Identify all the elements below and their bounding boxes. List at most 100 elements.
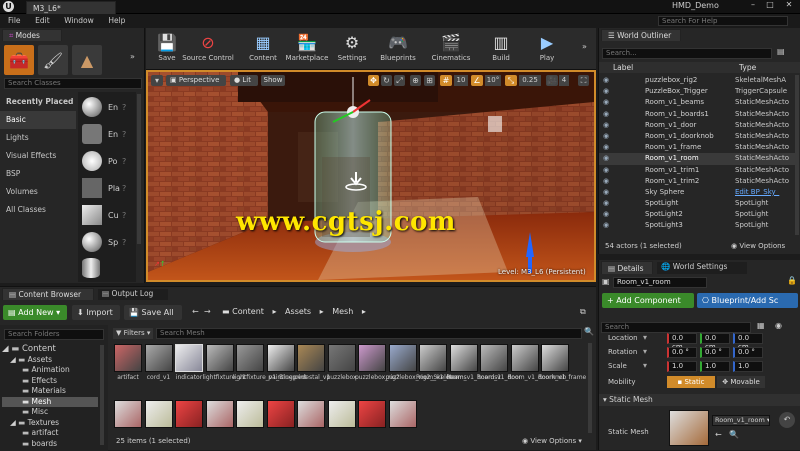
cinematics-button[interactable]: 🎬 Cinematics — [428, 30, 474, 68]
folder-artifact[interactable]: ▬ artifact — [2, 428, 98, 439]
asset-thumbnail[interactable] — [388, 344, 417, 372]
location-y-field[interactable]: 0.0 cm — [700, 333, 730, 351]
cylinder-icon[interactable] — [82, 258, 100, 278]
landscape-mode-icon[interactable]: ▲ — [72, 45, 102, 75]
category-recently-placed[interactable]: Recently Placed — [0, 93, 76, 111]
folder-effects[interactable]: ▬ Effects — [2, 376, 98, 387]
breadcrumb-separator[interactable]: ▸ — [362, 307, 366, 316]
rotate-icon[interactable]: ↻ — [381, 75, 392, 86]
location-dropdown-icon[interactable]: ▾ — [643, 333, 647, 342]
asset-thumbnail[interactable] — [205, 400, 234, 428]
settings-button[interactable]: ⚙ Settings — [332, 30, 372, 68]
asset-thumbnail[interactable] — [144, 400, 173, 428]
menu-window[interactable]: Window — [64, 16, 94, 25]
scale-dropdown-icon[interactable]: ▾ — [643, 361, 647, 370]
lit-button[interactable]: ● Lit — [230, 75, 258, 86]
outliner-row[interactable]: ◉ Sky Sphere Edit BP_Sky_ — [599, 187, 795, 198]
asset-thumbnail[interactable] — [510, 344, 539, 372]
details-eye-icon[interactable]: ◉ — [775, 321, 782, 330]
grid-snap-value[interactable]: 10 — [454, 75, 468, 86]
eye-icon[interactable]: ◉ — [603, 176, 611, 187]
world-settings-tab[interactable]: 🌐 World Settings — [657, 262, 747, 274]
content-button[interactable]: ▦ Content — [244, 30, 282, 68]
outliner-row[interactable]: ◉ Room_v1_doorknob StaticMeshActo — [599, 131, 795, 142]
rotation-dropdown-icon[interactable]: ▾ — [643, 347, 647, 356]
eye-icon[interactable]: ◉ — [603, 75, 611, 86]
asset-thumbnail[interactable] — [327, 400, 356, 428]
col-type[interactable]: Type — [739, 63, 756, 72]
scale-y-field[interactable]: 1.0 — [700, 361, 730, 372]
asset-thumbnail[interactable] — [449, 344, 478, 372]
property-matrix-icon[interactable]: ▦ — [757, 321, 765, 330]
level-viewport[interactable]: ▾ ▣ Perspective ● Lit Show ✥ ↻ ⤢ ⊕ ⊞ # 1… — [146, 70, 596, 282]
breadcrumb-content[interactable]: Content — [232, 307, 264, 316]
outliner-row[interactable]: ◉ Room_v1_frame StaticMeshActo — [599, 142, 795, 153]
asset-thumbnail[interactable] — [114, 400, 142, 428]
breadcrumb-separator[interactable]: ▸ — [320, 307, 324, 316]
asset-thumbnail[interactable] — [297, 344, 325, 372]
maximize-viewport-icon[interactable]: ⛶ — [578, 75, 589, 86]
asset-item[interactable]: En? — [80, 95, 134, 119]
asset-item[interactable]: Pla? — [80, 176, 134, 200]
search-classes-input[interactable]: Search Classes — [4, 78, 142, 89]
asset-thumbnail[interactable] — [327, 344, 356, 372]
asset-thumbnail[interactable] — [266, 344, 295, 372]
perspective-button[interactable]: ▣ Perspective — [166, 75, 226, 86]
asset-thumbnail[interactable] — [114, 344, 142, 372]
outliner-row[interactable]: ◉ Room_v1_boards1 StaticMeshActo — [599, 109, 795, 120]
scale-icon[interactable]: ⤢ — [394, 75, 405, 86]
folder-mesh[interactable]: ▬ Mesh — [2, 396, 98, 407]
location-x-field[interactable]: 0.0 cm — [667, 333, 697, 351]
eye-icon[interactable]: ◉ — [603, 142, 611, 153]
rotation-y-field[interactable]: 0.0 ° — [700, 347, 730, 358]
folder-animation[interactable]: ▬ Animation — [2, 365, 98, 376]
viewport-options-button[interactable]: ▾ — [151, 75, 163, 86]
camera-speed-icon[interactable]: 🎥 — [546, 75, 558, 86]
eye-icon[interactable]: ◉ — [603, 109, 611, 120]
paint-mode-icon[interactable]: 🖌 — [38, 45, 68, 75]
rotation-snap-toggle[interactable]: ∠ — [471, 75, 483, 86]
minimize-button[interactable]: – — [745, 0, 761, 13]
asset-thumbnail[interactable] — [175, 400, 203, 428]
folder-misc[interactable]: ▬ Misc — [2, 407, 98, 418]
category-lights[interactable]: Lights — [0, 129, 76, 147]
outliner-row[interactable]: ◉ SpotLight SpotLight — [599, 198, 795, 209]
outliner-row[interactable]: ◉ SpotLight2 SpotLight — [599, 209, 795, 220]
details-tab[interactable]: ▤ Details — [601, 261, 653, 274]
folder-content[interactable]: ◢ ▬ Content — [2, 344, 98, 355]
folder-tree-scrollbar[interactable] — [100, 345, 104, 445]
edit-blueprint-link[interactable]: Edit BP_Sky_ — [735, 187, 779, 198]
folder-textures[interactable]: ◢ ▬ Textures — [2, 418, 98, 429]
rotation-x-field[interactable]: 0.0 ° — [667, 347, 697, 358]
eye-icon[interactable]: ◉ — [603, 165, 611, 176]
reset-to-default-icon[interactable]: ↶ — [779, 412, 795, 428]
category-all-classes[interactable]: All Classes — [0, 201, 76, 219]
breadcrumb-mesh[interactable]: Mesh — [332, 307, 353, 316]
history-icon[interactable]: ⧉ — [580, 307, 586, 317]
menu-edit[interactable]: Edit — [35, 16, 50, 25]
col-label[interactable]: Label — [613, 63, 633, 72]
outliner-row[interactable]: ◉ Room_v1_beams StaticMeshActo — [599, 97, 795, 108]
folder-materials[interactable]: ▬ Materials — [2, 386, 98, 397]
back-icon[interactable]: ← — [192, 307, 199, 316]
content-browser-tab[interactable]: ▤ Content Browser — [2, 288, 94, 300]
asset-item[interactable]: Cu? — [80, 203, 134, 227]
more-toolbar-icon[interactable]: » — [582, 42, 587, 51]
eye-icon[interactable]: ◉ — [603, 220, 611, 231]
eye-icon[interactable]: ◉ — [603, 86, 611, 97]
outliner-search-input[interactable]: Search... — [602, 48, 772, 59]
import-button[interactable]: ⬇ Import — [72, 305, 120, 320]
asset-thumbnail[interactable] — [388, 400, 417, 428]
asset-thumbnail[interactable] — [541, 344, 569, 372]
add-new-button[interactable]: ▤ Add New ▾ — [3, 305, 67, 320]
scale-snap-toggle[interactable]: ⤡ — [505, 75, 517, 86]
outliner-row[interactable]: ◉ SpotLight3 SpotLight — [599, 220, 795, 231]
outliner-row[interactable]: ◉ Room_v1_trim1 StaticMeshActo — [599, 165, 795, 176]
asset-thumbnail[interactable] — [205, 344, 234, 372]
marketplace-button[interactable]: 🏪 Marketplace — [283, 30, 331, 68]
modes-tab[interactable]: ⌗ Modes — [2, 29, 62, 41]
maximize-button[interactable]: □ — [762, 0, 778, 13]
surface-snap-icon[interactable]: ⊞ — [424, 75, 435, 86]
camera-speed-value[interactable]: 4 — [559, 75, 569, 86]
outliner-row-selected[interactable]: ◉ Room_v1_room StaticMeshActo — [599, 153, 795, 165]
